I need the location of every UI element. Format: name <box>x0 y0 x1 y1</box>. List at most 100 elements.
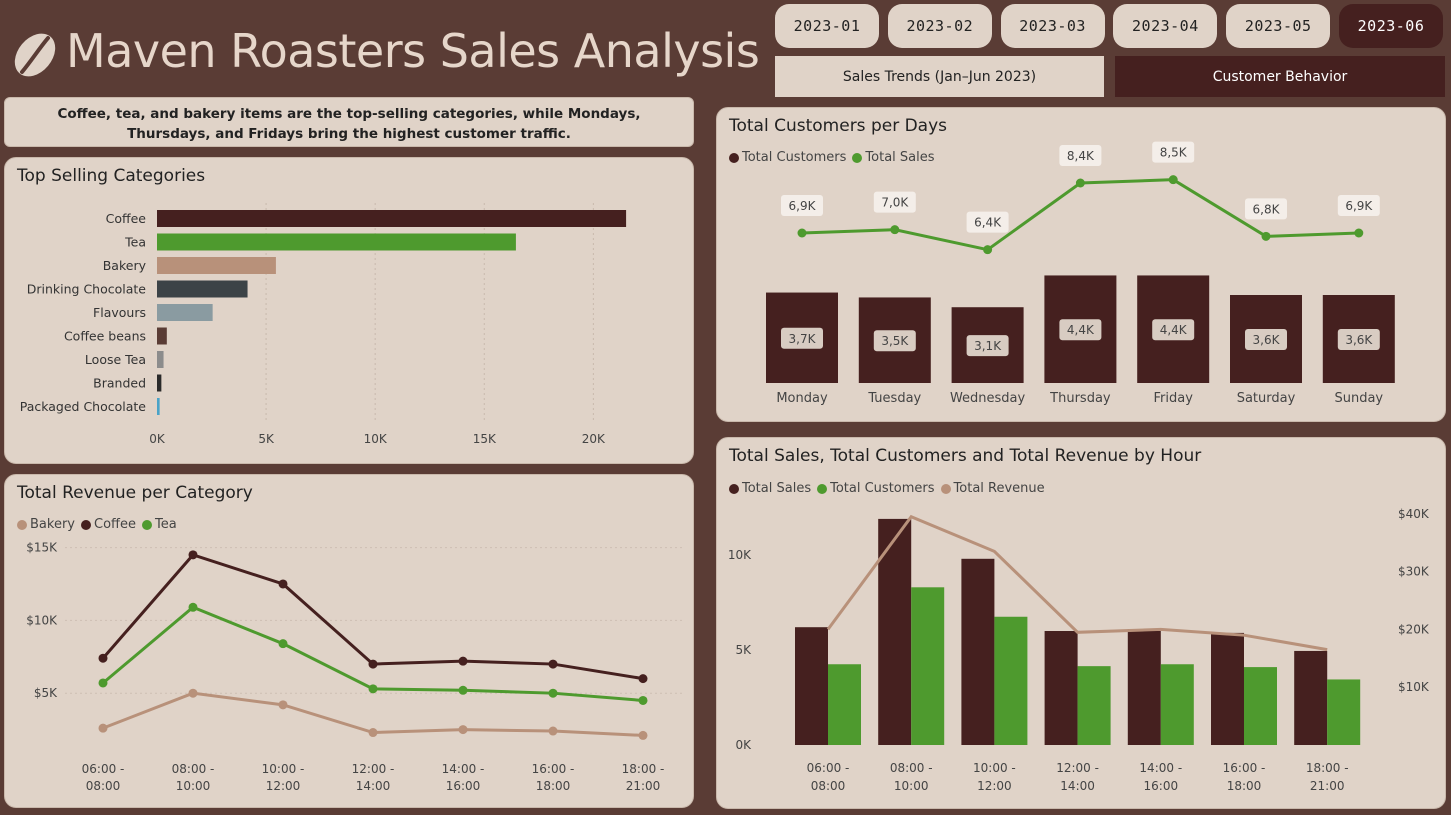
category-label: Coffee <box>106 211 147 226</box>
x-tick-label: 20K <box>582 432 606 446</box>
point-bakery[interactable] <box>368 728 378 738</box>
x-tick-label: 08:00 - <box>890 761 933 775</box>
month-button-2023-01[interactable]: 2023-01 <box>775 4 879 48</box>
bar-total-customers[interactable] <box>1077 666 1111 745</box>
bar-total-customers[interactable] <box>1160 664 1194 745</box>
bar-total-customers[interactable] <box>1327 679 1361 745</box>
point-bakery[interactable] <box>638 730 648 740</box>
x-tick-label: 06:00 - <box>82 762 125 776</box>
bar-total-customers[interactable] <box>994 616 1028 745</box>
bar-total-sales[interactable] <box>1127 629 1161 745</box>
point-tea[interactable] <box>278 639 288 649</box>
y-tick-label: $10K <box>26 613 58 627</box>
month-button-2023-04[interactable]: 2023-04 <box>1113 4 1218 48</box>
point-coffee[interactable] <box>638 674 648 684</box>
point-tea[interactable] <box>98 678 108 688</box>
month-button-2023-06[interactable]: 2023-06 <box>1339 4 1443 48</box>
x-tick-label: 16:00 <box>446 779 481 793</box>
x-tick-label: 08:00 <box>86 779 121 793</box>
point-total-sales[interactable] <box>1261 231 1271 241</box>
data-label: 8,5K <box>1160 146 1188 160</box>
point-coffee[interactable] <box>548 659 558 669</box>
category-label: Packaged Chocolate <box>20 399 147 414</box>
point-tea[interactable] <box>188 602 198 612</box>
x-tick-label: 0K <box>149 432 166 446</box>
x-tick-label: 12:00 <box>977 779 1012 793</box>
top-selling-chart: 0K 5K 10K 15K 20K Coffee Tea Bakery Drinking Cho… <box>20 203 627 446</box>
x-tick-label: 21:00 <box>626 779 661 793</box>
point-total-sales[interactable] <box>983 245 993 255</box>
point-tea[interactable] <box>458 685 468 695</box>
point-bakery[interactable] <box>458 725 468 735</box>
bar-coffee[interactable] <box>157 210 627 227</box>
data-label: 4,4K <box>1067 323 1095 337</box>
bar-flavours[interactable] <box>157 304 213 321</box>
bar-bakery[interactable] <box>157 257 276 274</box>
data-label: 3,6K <box>1345 333 1373 347</box>
x-tick-label: 10:00 - <box>262 762 305 776</box>
bar-tea[interactable] <box>157 233 516 251</box>
customers-days-panel: Total Customers per Days Total Customers… <box>716 107 1446 422</box>
x-tick-label: Saturday <box>1237 391 1296 406</box>
bar-coffee-beans[interactable] <box>157 327 167 345</box>
y-tick-label-left: 10K <box>728 548 752 562</box>
y-tick-label-left: 0K <box>735 738 752 752</box>
top-selling-panel: Top Selling Categories 0K 5K 10K 15K 20K Coff… <box>4 157 694 464</box>
point-tea[interactable] <box>368 684 378 694</box>
x-tick-label: 5K <box>258 432 275 446</box>
point-coffee[interactable] <box>98 653 108 663</box>
bar-total-sales[interactable] <box>1211 632 1244 745</box>
bar-total-sales[interactable] <box>961 558 995 745</box>
point-tea[interactable] <box>548 688 558 698</box>
point-tea[interactable] <box>638 695 648 705</box>
x-tick-label: 14:00 <box>1060 779 1095 793</box>
point-total-sales[interactable] <box>797 228 807 238</box>
point-total-sales[interactable] <box>1168 175 1178 185</box>
point-bakery[interactable] <box>188 688 198 698</box>
data-label: 6,9K <box>789 199 817 213</box>
x-tick-label: 18:00 - <box>622 762 665 776</box>
category-label: Branded <box>93 376 146 391</box>
insight-line-2: Thursdays, and Fridays bring the highest… <box>127 126 571 142</box>
month-button-2023-02[interactable]: 2023-02 <box>887 4 992 48</box>
data-label: 4,4K <box>1160 323 1188 337</box>
data-label: 6,9K <box>1345 199 1373 213</box>
x-tick-label: 16:00 - <box>1223 761 1266 775</box>
month-button-2023-03[interactable]: 2023-03 <box>1000 4 1105 48</box>
x-tick-label: 06:00 - <box>807 761 850 775</box>
point-bakery[interactable] <box>98 723 108 733</box>
x-tick-label: 14:00 - <box>442 762 485 776</box>
bar-total-customers[interactable] <box>1244 667 1277 745</box>
category-label: Bakery <box>103 258 147 273</box>
page-title: Maven Roasters Sales Analysis <box>66 24 760 78</box>
tab-customer-behavior[interactable]: Customer Behavior <box>1115 56 1445 97</box>
bar-total-sales[interactable] <box>1294 650 1328 745</box>
revenue-category-chart: $5K $10K $15K 06:00 - 08:00 08:00 - 10:00 10:00… <box>26 541 685 793</box>
point-total-sales[interactable] <box>890 225 900 235</box>
y-tick-label-right: $10K <box>1398 680 1430 694</box>
bar-drinking-chocolate[interactable] <box>157 280 248 298</box>
bar-loose-tea[interactable] <box>157 351 164 368</box>
point-bakery[interactable] <box>548 726 558 736</box>
bar-branded[interactable] <box>157 374 162 392</box>
data-label: 3,6K <box>1253 333 1281 347</box>
category-label: Tea <box>124 235 146 250</box>
bar-packaged-chocolate[interactable] <box>157 398 160 415</box>
point-coffee[interactable] <box>368 659 378 669</box>
point-total-sales[interactable] <box>1354 228 1364 238</box>
data-label: 6,4K <box>974 216 1002 230</box>
data-label: 7,0K <box>881 196 909 210</box>
month-button-2023-05[interactable]: 2023-05 <box>1226 4 1331 48</box>
point-coffee[interactable] <box>278 579 288 589</box>
tab-sales-trends[interactable]: Sales Trends (Jan–Jun 2023) <box>775 56 1104 97</box>
bar-total-customers[interactable] <box>828 664 861 745</box>
bar-total-customers[interactable] <box>911 587 945 745</box>
category-label: Drinking Chocolate <box>27 282 147 297</box>
point-bakery[interactable] <box>278 700 288 710</box>
bar-total-sales[interactable] <box>795 627 828 745</box>
revenue-category-panel: Total Revenue per Category Bakery Coffee T… <box>4 474 694 808</box>
point-coffee[interactable] <box>458 656 468 666</box>
point-coffee[interactable] <box>188 550 198 560</box>
point-total-sales[interactable] <box>1075 178 1085 188</box>
bar-total-sales[interactable] <box>1044 631 1078 745</box>
